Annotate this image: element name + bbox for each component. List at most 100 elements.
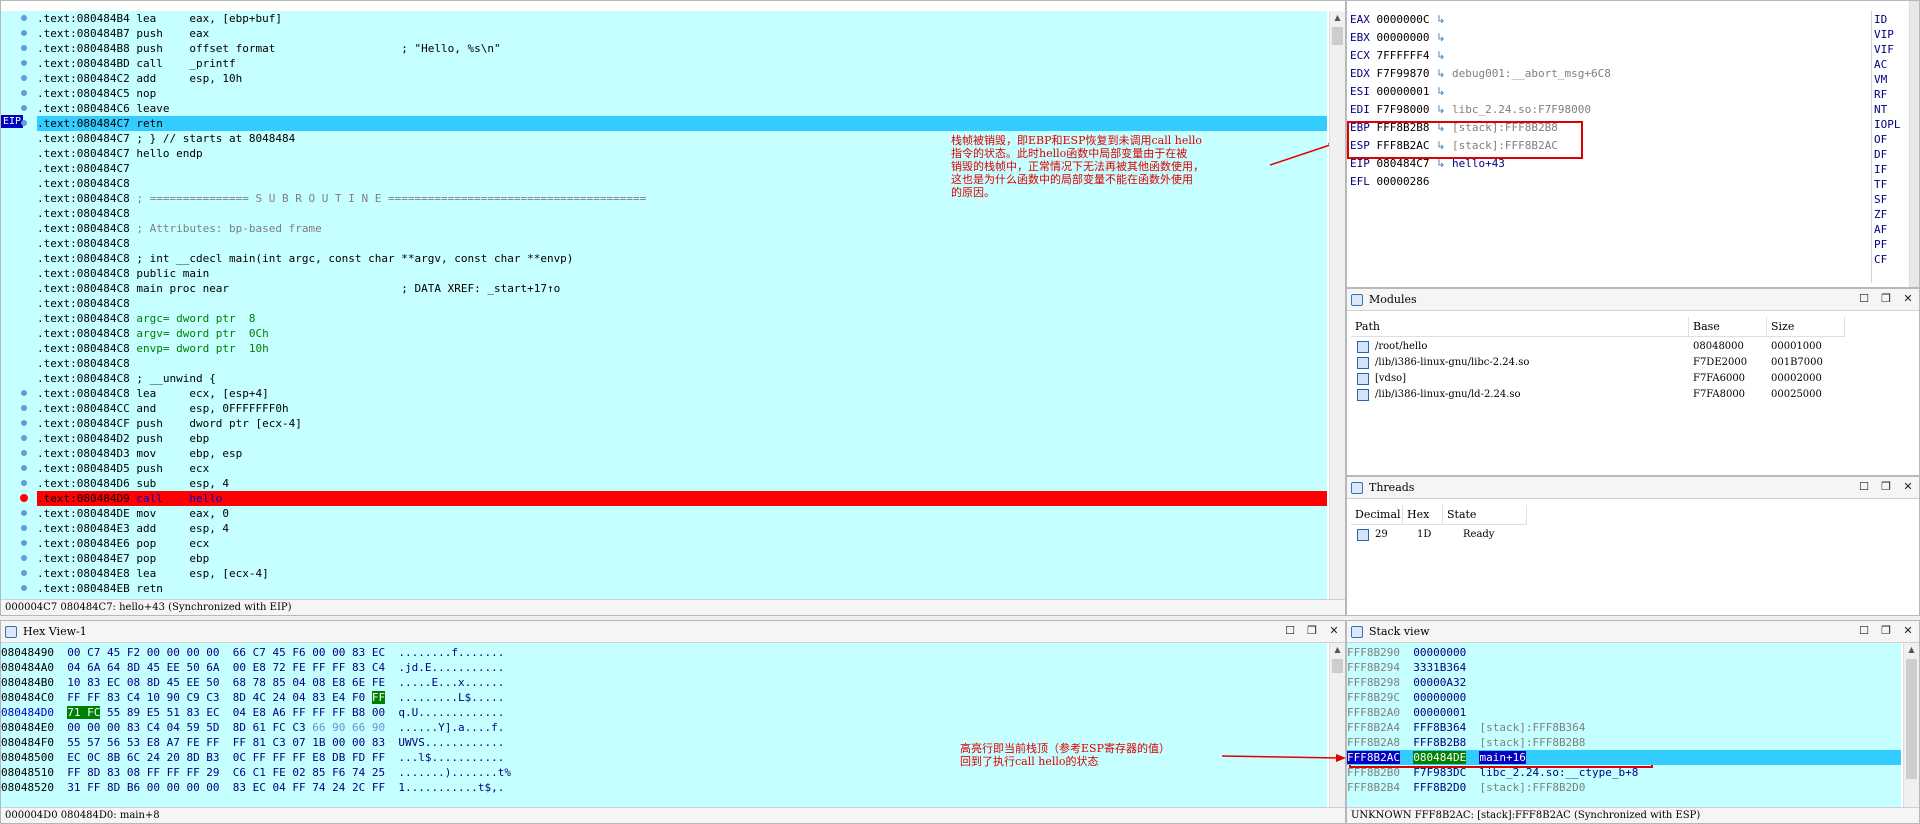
code-line[interactable]: .text:080484C7 ; } // starts at 8048484 (37, 131, 1327, 146)
hex-bytes[interactable]: 00 00 00 83 C4 04 59 5D 8D 61 FC C3 (67, 721, 312, 734)
code-line[interactable]: .text:080484CC and esp, 0FFFFFFF0h (37, 401, 1327, 416)
execution-dot-icon[interactable] (21, 405, 27, 411)
register-row[interactable]: EAX 0000000C ↳ (1350, 12, 1445, 27)
code-line[interactable]: .text:080484C5 nop (37, 86, 1327, 101)
code-line[interactable]: .text:080484C8 (37, 296, 1327, 311)
hex-row[interactable]: 08048510 FF 8D 83 08 FF FF FF 29 C6 C1 F… (1, 765, 511, 780)
hex-ascii[interactable]: .......).......t% (398, 766, 511, 779)
hex-row[interactable]: 080484D0 71 FC 55 89 E5 51 83 EC 04 E8 A… (1, 705, 504, 720)
execution-dot-icon[interactable] (21, 45, 27, 51)
code-line[interactable]: .text:080484E8 lea esp, [ecx-4] (37, 566, 1327, 581)
hex-bytes[interactable]: FF FF 83 C4 10 90 C9 C3 8D 4C 24 04 83 E… (67, 691, 372, 704)
hex-bytes[interactable]: 31 FF 8D B6 00 00 00 00 83 EC 04 FF 74 2… (67, 781, 385, 794)
execution-dot-icon[interactable] (21, 420, 27, 426)
register-value[interactable]: F7F98000 (1377, 103, 1430, 116)
code-line[interactable]: .text:080484C2 add esp, 10h (37, 71, 1327, 86)
code-line[interactable]: .text:080484E3 add esp, 4 (37, 521, 1327, 536)
code-line[interactable]: .text:080484DE mov eax, 0 (37, 506, 1327, 521)
register-value[interactable]: F7F99870 (1377, 67, 1430, 80)
stack-value[interactable]: FFF8B2B8 (1413, 736, 1466, 749)
execution-dot-icon[interactable] (21, 555, 27, 561)
stack-row[interactable]: FFF8B294 3331B364 (1347, 660, 1901, 675)
hex-selected-bytes[interactable]: FF (371, 691, 386, 704)
execution-dot-icon[interactable] (21, 465, 27, 471)
threads-col-decimal[interactable]: Decimal (1351, 505, 1403, 525)
hex-row[interactable]: 08048500 EC 0C 8B 6C 24 20 8D B3 0C FF F… (1, 750, 504, 765)
jump-arrow-icon[interactable]: ↳ (1436, 85, 1445, 98)
modules-titlebar[interactable]: Modules ☐ ❐ ✕ (1347, 289, 1919, 311)
execution-dot-icon[interactable] (21, 105, 27, 111)
register-row[interactable]: ESI 00000001 ↳ (1350, 84, 1445, 99)
code-line[interactable]: .text:080484BD call _printf (37, 56, 1327, 71)
close-icon[interactable]: ✕ (1901, 624, 1915, 638)
execution-dot-icon[interactable] (21, 90, 27, 96)
module-size[interactable]: 00025000 (1771, 387, 1822, 403)
module-base[interactable]: 08048000 (1693, 339, 1744, 355)
register-value[interactable]: 00000001 (1377, 85, 1430, 98)
hex-ascii[interactable]: q.U............. (398, 706, 504, 719)
register-value[interactable]: 00000286 (1377, 175, 1430, 188)
modules-col-path[interactable]: Path (1351, 317, 1689, 337)
execution-dot-icon[interactable] (21, 450, 27, 456)
stack-value[interactable]: 00000000 (1413, 646, 1466, 659)
hex-bytes[interactable]: EC 0C 8B 6C 24 20 8D B3 0C FF FF FF E8 D… (67, 751, 385, 764)
code-line[interactable]: .text:080484C8 ; __unwind { (37, 371, 1327, 386)
register-symbol[interactable]: debug001:__abort_msg+6C8 (1452, 67, 1611, 80)
stack-row[interactable]: FFF8B2AC 080484DE main+16 (1347, 750, 1901, 765)
execution-dot-icon[interactable] (21, 525, 27, 531)
maximize-icon[interactable]: ☐ (1857, 480, 1871, 494)
stack-row[interactable]: FFF8B298 00000A32 (1347, 675, 1901, 690)
execution-dot-icon[interactable] (21, 585, 27, 591)
code-line[interactable]: .text:080484E6 pop ecx (37, 536, 1327, 551)
stack-row[interactable]: FFF8B290 00000000 (1347, 645, 1901, 660)
modules-col-base[interactable]: Base (1689, 317, 1767, 337)
code-line[interactable]: .text:080484C8 (37, 206, 1327, 221)
hex-bytes[interactable]: FF 8D 83 08 FF FF FF 29 C6 C1 FE 02 85 F… (67, 766, 385, 779)
code-line[interactable]: .text:080484D3 mov ebp, esp (37, 446, 1327, 461)
code-line[interactable]: .text:080484C7 (37, 161, 1327, 176)
code-line[interactable]: .text:080484B8 push offset format ; "Hel… (37, 41, 1327, 56)
code-line[interactable]: .text:080484E7 pop ebp (37, 551, 1327, 566)
stack-value[interactable]: F7F983DC (1413, 766, 1466, 779)
register-row[interactable]: EBX 00000000 ↳ (1350, 30, 1445, 45)
hex-row[interactable]: 080484A0 04 6A 64 8D 45 EE 50 6A 00 E8 7… (1, 660, 504, 675)
code-line[interactable]: .text:080484D5 push ecx (37, 461, 1327, 476)
ida-vscrollbar[interactable]: ▲ ▼ (1329, 11, 1345, 615)
hex-bytes[interactable]: 10 83 EC 08 8D 45 EE 50 68 78 85 04 08 E… (67, 676, 385, 689)
execution-dot-icon[interactable] (21, 540, 27, 546)
hex-bytes[interactable]: 00 C7 45 F2 00 00 00 00 66 C7 45 F6 00 0… (67, 646, 385, 659)
module-base[interactable]: F7DE2000 (1693, 355, 1747, 371)
stack-symbol[interactable]: [stack]:FFF8B364 (1479, 721, 1585, 734)
scroll-up-arrow-icon[interactable]: ▲ (1330, 643, 1345, 657)
module-path[interactable]: /lib/i386-linux-gnu/libc-2.24.so (1375, 355, 1529, 371)
close-icon[interactable]: ✕ (1327, 624, 1341, 638)
hex-scroll-thumb[interactable] (1332, 659, 1343, 673)
module-size[interactable]: 00001000 (1771, 339, 1822, 355)
threads-titlebar[interactable]: Threads ☐ ❐ ✕ (1347, 477, 1919, 499)
code-line[interactable]: .text:080484C8 envp= dword ptr 10h (37, 341, 1327, 356)
close-icon[interactable]: ✕ (1901, 292, 1915, 306)
stack-row[interactable]: FFF8B2B4 FFF8B2D0 [stack]:FFF8B2D0 (1347, 780, 1901, 795)
hex-vscrollbar[interactable]: ▲ ▼ (1329, 643, 1345, 823)
jump-arrow-icon[interactable]: ↳ (1436, 103, 1445, 116)
execution-dot-icon[interactable] (21, 60, 27, 66)
hex-ascii[interactable]: UWVS............ (398, 736, 504, 749)
hex-row[interactable]: 08048520 31 FF 8D B6 00 00 00 00 83 EC 0… (1, 780, 504, 795)
stack-value[interactable]: FFF8B364 (1413, 721, 1466, 734)
stack-value[interactable]: 00000001 (1413, 706, 1466, 719)
code-line[interactable]: .text:080484C8 (37, 236, 1327, 251)
code-line[interactable]: .text:080484C8 argc= dword ptr 8 (37, 311, 1327, 326)
register-row[interactable]: EFL 00000286 (1350, 174, 1429, 189)
hex-bytes[interactable]: 55 57 56 53 E8 A7 FE FF FF 81 C3 07 1B 0… (67, 736, 385, 749)
maximize-icon[interactable]: ☐ (1857, 624, 1871, 638)
execution-dot-icon[interactable] (21, 390, 27, 396)
code-line[interactable]: .text:080484C8 ; int __cdecl main(int ar… (37, 251, 1327, 266)
hex-ascii[interactable]: ...l$........... (398, 751, 504, 764)
register-row[interactable]: EDX F7F99870 ↳ debug001:__abort_msg+6C8 (1350, 66, 1611, 81)
code-line[interactable]: .text:080484CF push dword ptr [ecx-4] (37, 416, 1327, 431)
code-line[interactable]: .text:080484C8 (37, 356, 1327, 371)
register-value[interactable]: 7FFFFFF4 (1377, 49, 1430, 62)
breakpoint-dot-icon[interactable] (20, 494, 28, 502)
register-symbol[interactable]: libc_2.24.so:F7F98000 (1452, 103, 1591, 116)
stack-vscrollbar[interactable]: ▲ ▼ (1903, 643, 1919, 823)
